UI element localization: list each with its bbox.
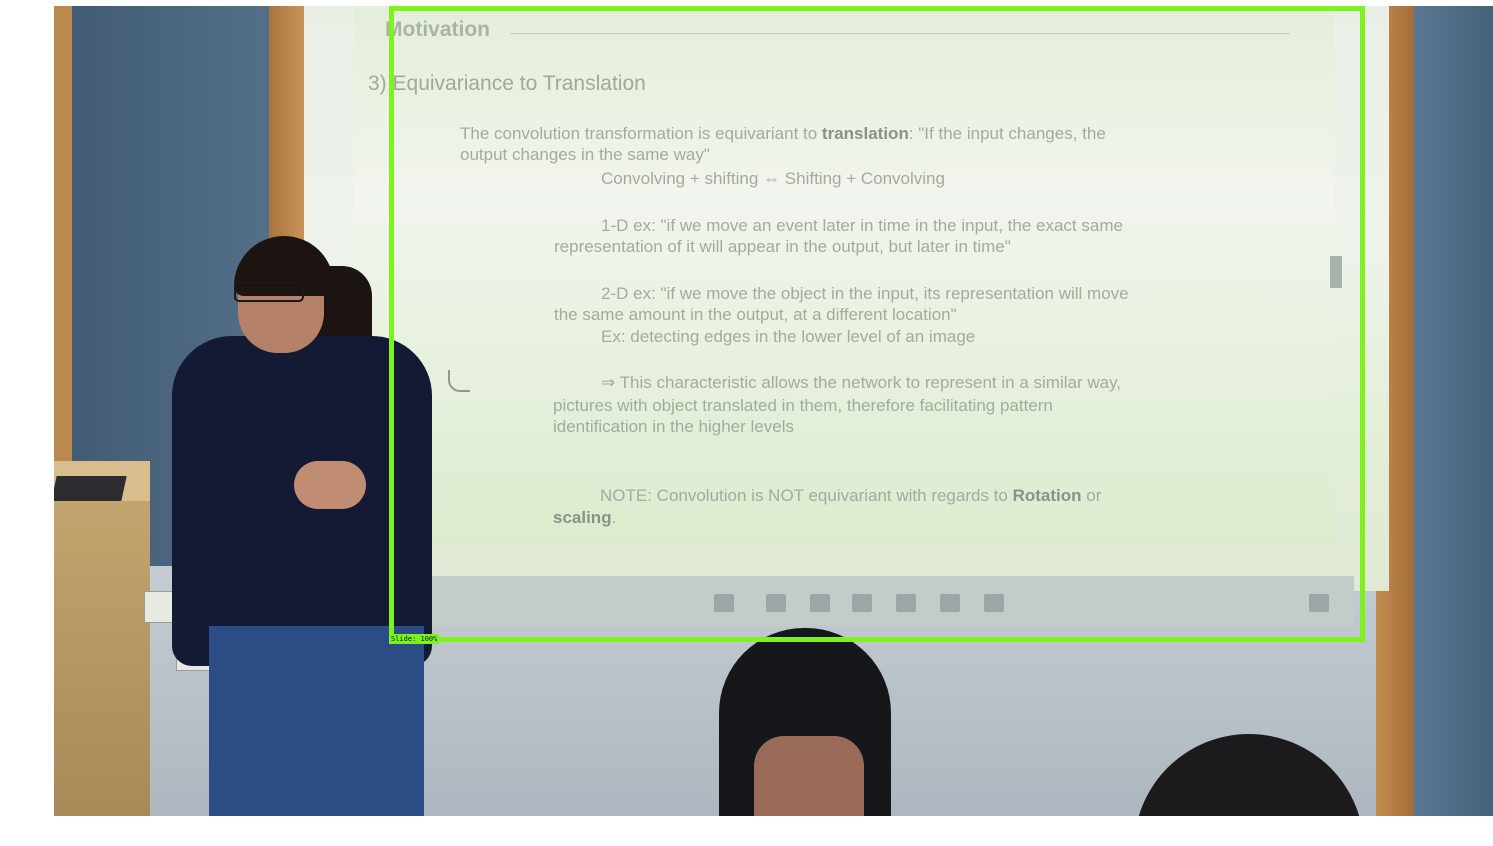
pen-annotation-mark bbox=[448, 370, 470, 392]
slide-char-line2: pictures with object translated in them,… bbox=[553, 396, 1053, 415]
presenter-glasses bbox=[234, 282, 304, 302]
visual-studio-icon bbox=[984, 594, 1004, 612]
student-neck bbox=[754, 736, 864, 816]
slide-ex1-line1: 1-D ex: "if we move an event later in ti… bbox=[601, 216, 1123, 235]
right-wall bbox=[1412, 6, 1493, 816]
slide-note-line2: scaling. bbox=[553, 508, 617, 527]
slide-char-line1: ⇒ This characteristic allows the network… bbox=[601, 373, 1122, 392]
slide-note-line1: NOTE: Convolution is NOT equivariant wit… bbox=[600, 486, 1102, 505]
app-icon bbox=[896, 594, 916, 612]
slide-scrollbar-thumb bbox=[1330, 256, 1342, 288]
side-desk bbox=[54, 461, 150, 816]
presenter-hands bbox=[294, 461, 366, 509]
slide-intro-line2: output changes in the same way" bbox=[460, 145, 710, 164]
slide-ex2-line1: 2-D ex: "if we move the object in the in… bbox=[601, 284, 1129, 303]
slide-rule-line: Convolving + shifting ⇔ Shifting + Convo… bbox=[601, 169, 945, 188]
slide-ex1-line2: representation of it will appear in the … bbox=[554, 237, 1011, 256]
slide-title-rule bbox=[510, 33, 1290, 34]
excel-icon bbox=[940, 594, 960, 612]
slide-heading: 3) Equivariance to Translation bbox=[368, 72, 646, 95]
notification-icon bbox=[1309, 594, 1329, 612]
slide-ex2-line3: Ex: detecting edges in the lower level o… bbox=[601, 327, 976, 346]
bounding-box-label: Slide: 100% bbox=[389, 634, 440, 644]
task-view-icon bbox=[714, 594, 734, 612]
projected-taskbar bbox=[354, 576, 1354, 626]
laptop bbox=[54, 476, 127, 501]
presenter-legs bbox=[209, 626, 424, 816]
slide-char-line3: identification in the higher levels bbox=[553, 417, 794, 436]
slide-intro-line1: The convolution transformation is equiva… bbox=[460, 124, 1106, 143]
slide-ex2-line2: the same amount in the output, at a diff… bbox=[554, 305, 957, 324]
store-icon bbox=[852, 594, 872, 612]
file-explorer-icon bbox=[810, 594, 830, 612]
slide-title: Motivation bbox=[385, 18, 490, 41]
edge-icon bbox=[766, 594, 786, 612]
